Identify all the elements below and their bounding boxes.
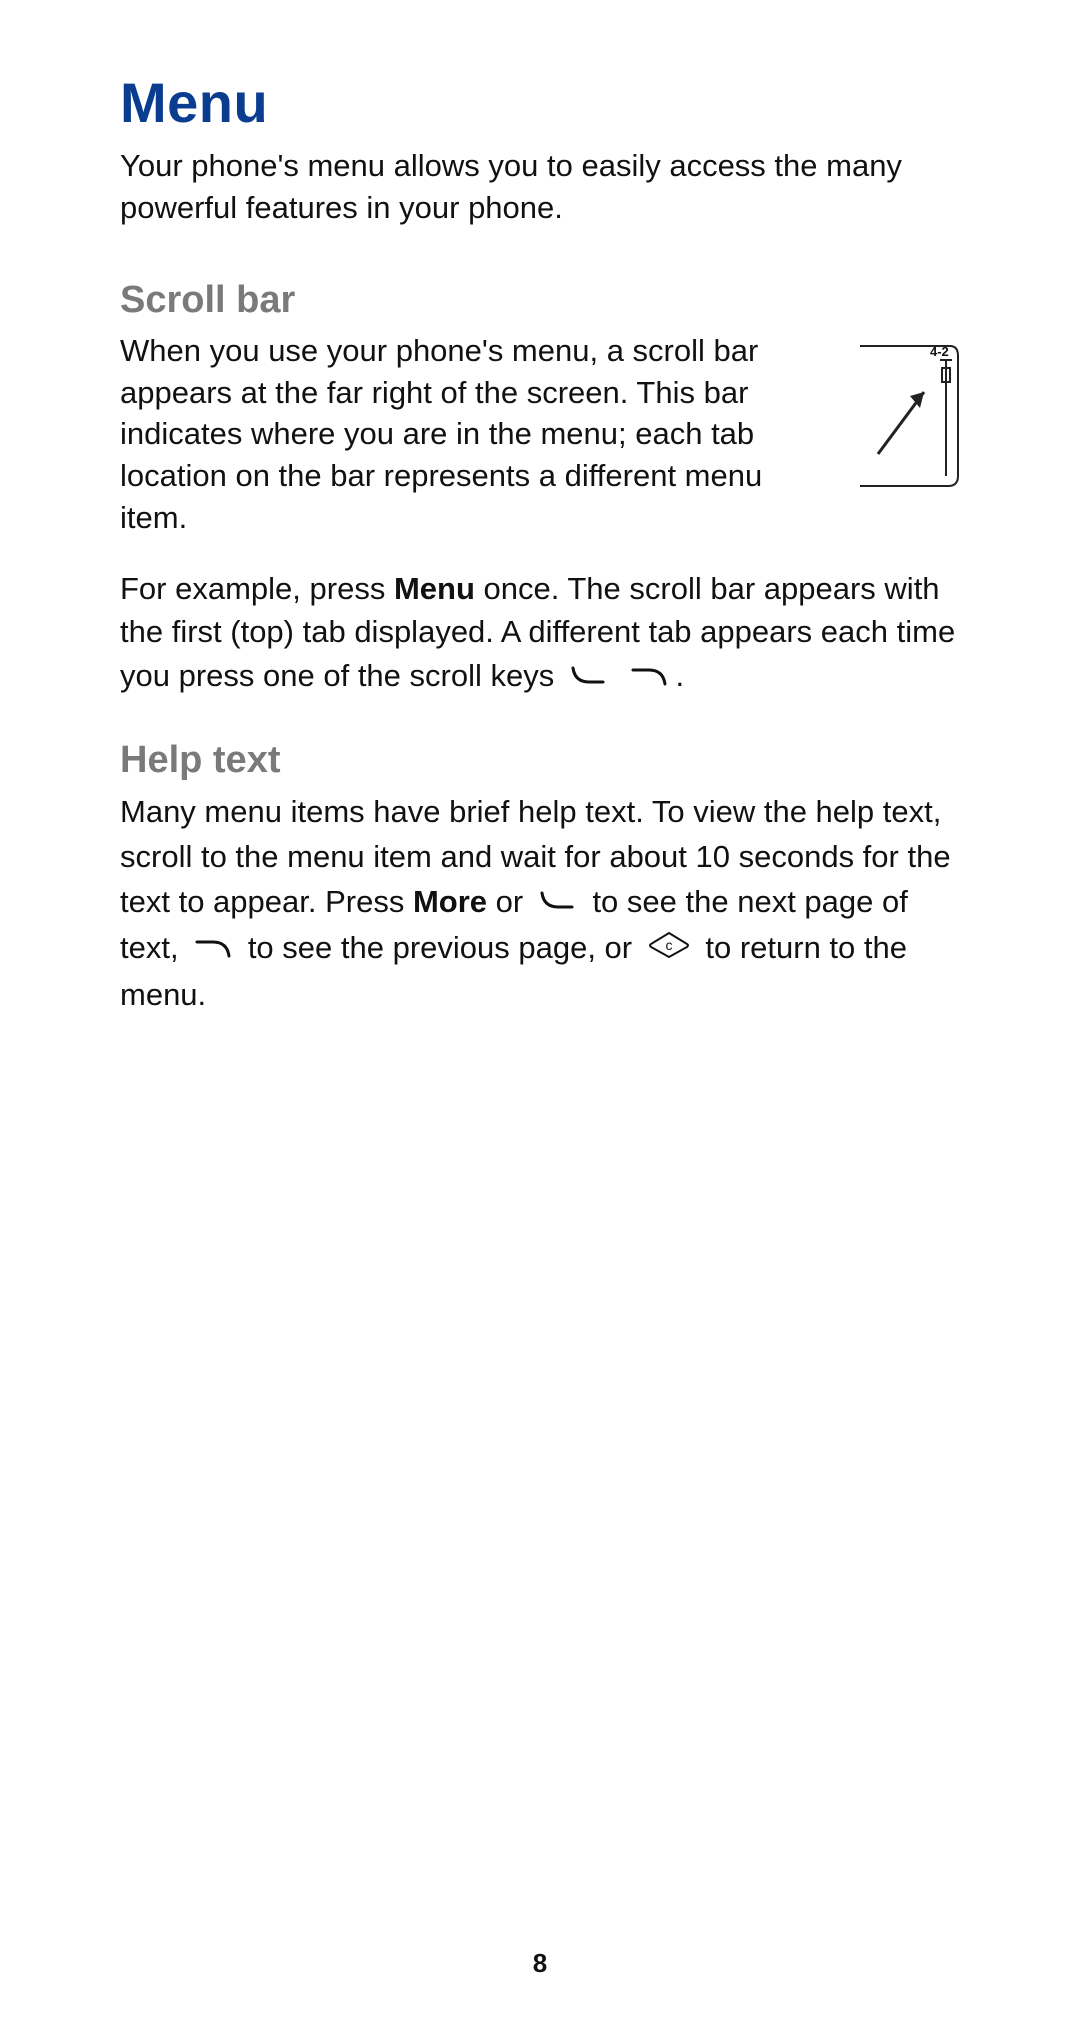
scroll-bar-para2-pre: For example, press <box>120 571 394 606</box>
scroll-bar-row: When you use your phone's menu, a scroll… <box>120 330 960 539</box>
scroll-bar-para2: For example, press Menu once. The scroll… <box>120 567 960 699</box>
page-number: 8 <box>0 1948 1080 1979</box>
help-text-d: to see the previous page, or <box>239 930 641 965</box>
help-text-heading: Help text <box>120 739 960 782</box>
manual-page: Menu Your phone's menu allows you to eas… <box>0 0 1080 2039</box>
help-text-paragraph: Many menu items have brief help text. To… <box>120 790 960 1017</box>
menu-bold-label: Menu <box>394 571 475 606</box>
phone-screen-illustration: 4-2 <box>850 336 960 501</box>
scroll-bar-para2-end: . <box>675 658 684 693</box>
c-key-icon: c <box>647 928 691 973</box>
scroll-up-key-icon <box>629 656 669 699</box>
illustration-label: 4-2 <box>930 344 949 359</box>
scroll-bar-para1: When you use your phone's menu, a scroll… <box>120 330 826 539</box>
help-text-b: or <box>487 884 532 919</box>
scroll-down-key-icon <box>569 656 609 699</box>
scroll-up-key-icon <box>193 928 233 973</box>
scroll-bar-heading: Scroll bar <box>120 279 960 322</box>
more-bold-label: More <box>413 884 487 919</box>
intro-paragraph: Your phone's menu allows you to easily a… <box>120 145 960 229</box>
svg-text:c: c <box>665 937 672 953</box>
page-title: Menu <box>120 70 960 135</box>
scroll-down-key-icon <box>538 881 578 926</box>
